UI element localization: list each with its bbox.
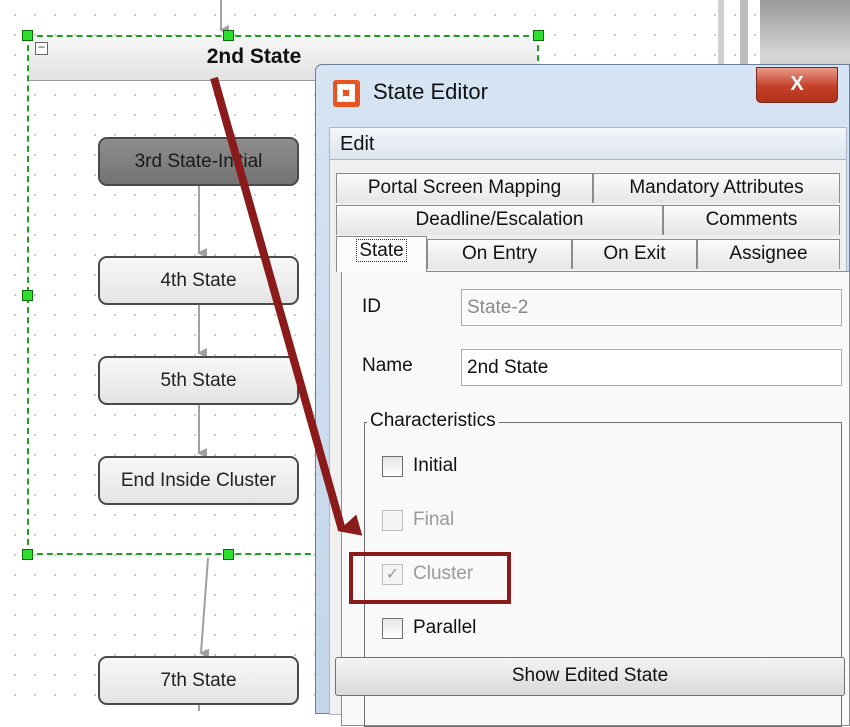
tab-label: Comments: [705, 209, 798, 230]
tab-label: Deadline/Escalation: [415, 209, 584, 230]
tab-on-entry[interactable]: On Entry: [427, 239, 572, 269]
tab-comments[interactable]: Comments: [663, 205, 840, 235]
resize-handle[interactable]: [22, 549, 33, 560]
state-node[interactable]: 7th State: [98, 656, 299, 705]
app-logo-icon: [333, 80, 360, 107]
tab-label: Portal Screen Mapping: [367, 177, 562, 198]
cluster-highlight-box: [349, 552, 511, 604]
close-button[interactable]: X: [756, 67, 838, 103]
tab-mandatory-attributes[interactable]: Mandatory Attributes: [593, 173, 840, 203]
id-field: State-2: [461, 289, 842, 326]
connector-arrow: [199, 557, 210, 659]
name-label: Name: [362, 355, 413, 376]
resize-handle[interactable]: [22, 290, 33, 301]
state-node[interactable]: 4th State: [98, 256, 299, 305]
resize-handle[interactable]: [22, 30, 33, 41]
tab-assignee[interactable]: Assignee: [697, 239, 840, 269]
final-checkbox: [382, 510, 403, 531]
tab-label: Mandatory Attributes: [629, 177, 804, 198]
final-label: Final: [413, 509, 455, 530]
tab-label: State: [356, 239, 407, 262]
characteristics-legend: Characteristics: [367, 410, 499, 432]
close-icon: X: [790, 73, 804, 95]
tab-deadline-escalation[interactable]: Deadline/Escalation: [336, 205, 663, 235]
cluster-title: 2nd State: [206, 45, 302, 68]
tab-on-exit[interactable]: On Exit: [572, 239, 697, 269]
tab-container: Portal Screen Mapping Mandatory Attribut…: [329, 160, 850, 727]
initial-label: Initial: [413, 455, 458, 476]
tab-state[interactable]: State: [336, 236, 427, 272]
tab-label: On Exit: [603, 243, 666, 264]
initial-checkbox[interactable]: [382, 456, 403, 477]
dialog-title: State Editor: [373, 79, 488, 104]
tab-portal-screen-mapping[interactable]: Portal Screen Mapping: [336, 173, 593, 203]
id-label: ID: [362, 296, 381, 317]
name-field[interactable]: 2nd State: [461, 349, 842, 386]
tab-label: Assignee: [729, 243, 808, 264]
resize-handle[interactable]: [223, 30, 234, 41]
menu-edit[interactable]: Edit: [340, 133, 374, 156]
resize-handle[interactable]: [533, 30, 544, 41]
state-node-end[interactable]: End Inside Cluster: [98, 456, 299, 505]
parallel-label: Parallel: [413, 617, 477, 638]
state-editor-dialog: State Editor X Edit Portal Screen Mappin…: [315, 64, 850, 727]
parallel-checkbox[interactable]: [382, 618, 403, 639]
show-edited-state-button[interactable]: Show Edited State: [335, 657, 845, 696]
resize-handle[interactable]: [223, 549, 234, 560]
state-node-initial[interactable]: 3rd State-Initial: [98, 137, 299, 186]
tab-label: On Entry: [462, 243, 537, 264]
state-node[interactable]: 5th State: [98, 356, 299, 405]
collapse-icon[interactable]: −: [35, 41, 48, 55]
menu-bar: Edit: [329, 127, 847, 160]
